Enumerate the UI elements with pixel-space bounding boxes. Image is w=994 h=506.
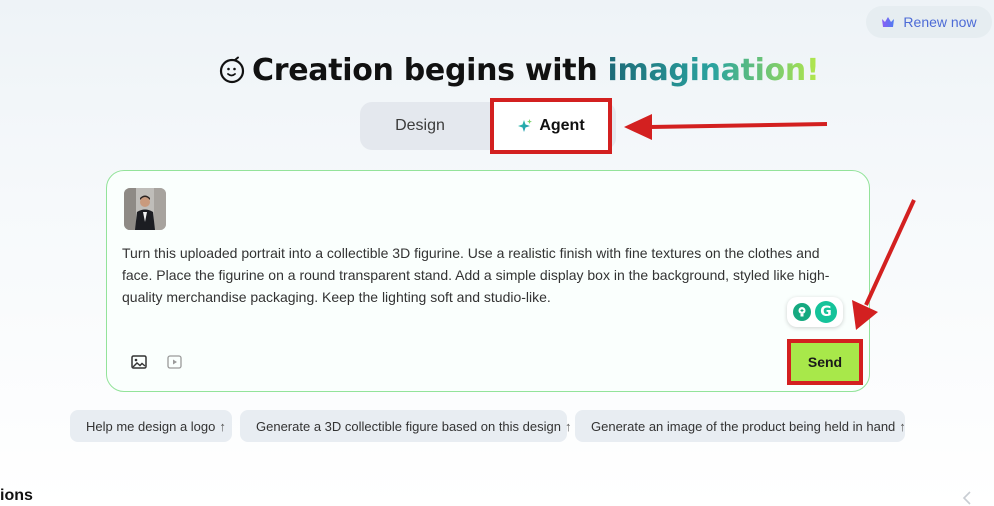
smiley-face-icon (219, 56, 245, 84)
video-upload-icon[interactable] (167, 355, 182, 369)
grammarly-widget[interactable]: G (787, 297, 843, 327)
image-upload-icon[interactable] (131, 355, 147, 369)
renew-label: Renew now (903, 14, 977, 30)
arrow-to-agent-tab (624, 114, 828, 140)
section-heading-fragment: ions (0, 487, 33, 504)
page-title: Creation begins with imagination! (218, 50, 820, 90)
arrow-up-icon: ↑ (219, 418, 226, 434)
portrait-image (124, 188, 166, 230)
lightbulb-icon (793, 303, 811, 321)
sparkle-icon (518, 119, 533, 132)
title-highlight: imagination! (607, 52, 820, 88)
prompt-textarea[interactable]: Turn this uploaded portrait into a colle… (122, 242, 842, 308)
send-button[interactable]: Send (791, 343, 859, 381)
mode-tabs: Design Agent (360, 98, 616, 154)
suggestion-label: Help me design a logo (86, 418, 216, 434)
suggestion-chip-held-in-hand[interactable]: Generate an image of the product being h… (575, 410, 906, 442)
renew-button[interactable]: Renew now (866, 6, 992, 38)
tab-agent-label: Agent (539, 117, 585, 134)
chevron-left-icon[interactable] (960, 490, 974, 506)
prompt-composer: Turn this uploaded portrait into a colle… (106, 170, 870, 392)
tab-agent[interactable]: Agent (490, 98, 612, 154)
suggestion-chip-logo[interactable]: Help me design a logo ↑ (70, 410, 232, 442)
tab-design[interactable]: Design (360, 102, 480, 150)
suggestion-label: Generate a 3D collectible figure based o… (256, 418, 561, 434)
grammarly-icon: G (815, 301, 837, 323)
suggestion-label: Generate an image of the product being h… (591, 418, 896, 434)
arrow-up-icon: ↑ (899, 418, 906, 434)
suggestion-chip-3d-figure[interactable]: Generate a 3D collectible figure based o… (240, 410, 571, 442)
page-title-text: Creation begins with imagination! (252, 52, 820, 88)
crown-icon (882, 17, 895, 27)
arrow-up-icon: ↑ (564, 418, 572, 434)
send-button-highlight: Send (787, 339, 863, 385)
title-prefix: Creation begins with (252, 52, 608, 88)
uploaded-portrait-thumbnail[interactable] (124, 188, 166, 230)
